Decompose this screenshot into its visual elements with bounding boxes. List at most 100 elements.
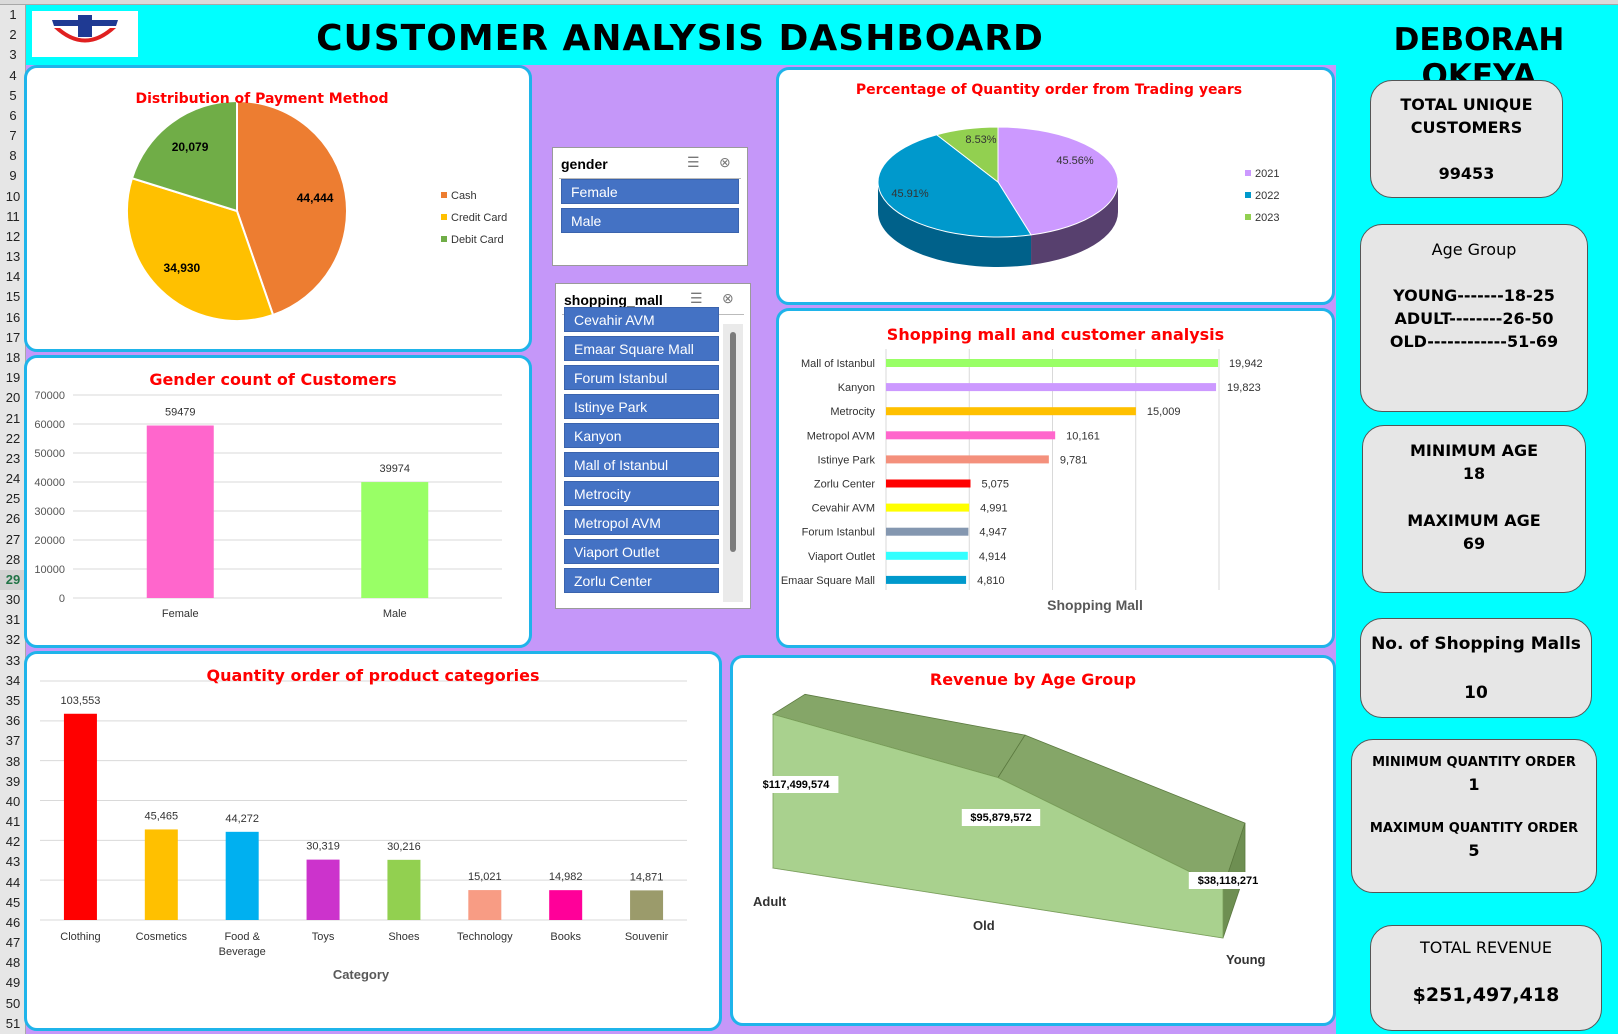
- row-number[interactable]: 29: [0, 569, 26, 591]
- bar-male: [361, 482, 429, 598]
- row-number[interactable]: 42: [0, 832, 26, 852]
- row-number[interactable]: 51: [0, 1014, 26, 1034]
- row-number[interactable]: 21: [0, 409, 26, 429]
- slicer-item-cevahir-avm[interactable]: Cevahir AVM: [564, 307, 719, 332]
- row-number[interactable]: 45: [0, 893, 26, 913]
- slicer-item-forum-istanbul[interactable]: Forum Istanbul: [564, 365, 719, 390]
- max-age-value: 69: [1462, 534, 1486, 553]
- row-number[interactable]: 50: [0, 994, 26, 1014]
- age-group-adult: ADULT--------26-50: [1394, 309, 1554, 328]
- row-number[interactable]: 18: [0, 348, 26, 368]
- row-number[interactable]: 15: [0, 287, 26, 307]
- row-number[interactable]: 19: [0, 368, 26, 388]
- row-number[interactable]: 22: [0, 429, 26, 449]
- row-number[interactable]: 40: [0, 792, 26, 812]
- row-number[interactable]: 14: [0, 267, 26, 287]
- row-number[interactable]: 31: [0, 610, 26, 630]
- row-number[interactable]: 13: [0, 247, 26, 267]
- row-number[interactable]: 44: [0, 873, 26, 893]
- row-number[interactable]: 23: [0, 449, 26, 469]
- slicer-item-kanyon[interactable]: Kanyon: [564, 423, 719, 448]
- row-number[interactable]: 38: [0, 752, 26, 772]
- row-header-bar[interactable]: 1 2 3 4 5 6 7 8 9 10 11 12 13 14 15 16 17 18 19 20 21 22 23 24 2…: [0, 5, 26, 1034]
- row-number[interactable]: 37: [0, 731, 26, 751]
- trading-years-chart[interactable]: Percentage of Quantity order from Tradin…: [776, 67, 1335, 305]
- row-number[interactable]: 3: [0, 45, 26, 65]
- legend-swatch-2021: [1245, 170, 1251, 176]
- payment-chart-title: Distribution of Payment Method: [135, 91, 389, 107]
- row-number[interactable]: 11: [0, 207, 26, 227]
- shopping-mall-chart[interactable]: Shopping mall and customer analysis Mall…: [776, 308, 1335, 648]
- row-number[interactable]: 1: [0, 5, 26, 25]
- row-number[interactable]: 6: [0, 106, 26, 126]
- bar-data-label: 4,810: [977, 575, 1005, 587]
- slicer-item-zorlu-center[interactable]: Zorlu Center: [564, 568, 719, 593]
- slicer-item-viaport-outlet[interactable]: Viaport Outlet: [564, 539, 719, 564]
- payment-method-chart[interactable]: Distribution of Payment Method 44,444 34,…: [24, 65, 532, 352]
- row-number[interactable]: 41: [0, 812, 26, 832]
- clear-filter-icon[interactable]: ⊗: [722, 290, 734, 307]
- row-number[interactable]: 17: [0, 328, 26, 348]
- min-quantity-value: 1: [1468, 775, 1480, 794]
- slicer-scrollbar[interactable]: [723, 324, 743, 602]
- row-number[interactable]: 7: [0, 126, 26, 146]
- scrollbar-thumb[interactable]: [730, 332, 736, 552]
- x-tick-label: Young: [1226, 952, 1266, 967]
- row-number[interactable]: 20: [0, 388, 26, 408]
- row-number[interactable]: 33: [0, 651, 26, 671]
- bar-data-label: 14,982: [549, 871, 583, 883]
- gender-count-chart[interactable]: Gender count of Customers 0 10000 20000 300…: [24, 355, 532, 648]
- slicer-item-emaar-square-mall[interactable]: Emaar Square Mall: [564, 336, 719, 361]
- row-number[interactable]: 12: [0, 227, 26, 247]
- row-number[interactable]: 32: [0, 630, 26, 650]
- row-number[interactable]: 35: [0, 691, 26, 711]
- row-number[interactable]: 46: [0, 913, 26, 933]
- row-number[interactable]: 43: [0, 852, 26, 872]
- x-tick-label: Shoes: [388, 931, 420, 943]
- min-age-value: 18: [1462, 464, 1486, 483]
- legend-swatch-debit-card: [441, 236, 447, 242]
- slicer-item-mall-of-istanbul[interactable]: Mall of Istanbul: [564, 452, 719, 477]
- legend-swatch-2022: [1245, 192, 1251, 198]
- mall-chart-title: Shopping mall and customer analysis: [886, 325, 1225, 344]
- row-number[interactable]: 5: [0, 86, 26, 106]
- shopping-mall-slicer[interactable]: shopping_mall ☰ ⊗ Cevahir AVM Emaar Squar…: [555, 283, 751, 609]
- row-number[interactable]: 27: [0, 530, 26, 550]
- row-number[interactable]: 36: [0, 711, 26, 731]
- row-number[interactable]: 48: [0, 953, 26, 973]
- row-number[interactable]: 25: [0, 489, 26, 509]
- malls-label: No. of Shopping Malls: [1371, 634, 1581, 654]
- row-number[interactable]: 16: [0, 308, 26, 328]
- row-number[interactable]: 28: [0, 550, 26, 570]
- revenue-chart-title: Revenue by Age Group: [929, 670, 1137, 689]
- row-number[interactable]: 4: [0, 66, 26, 86]
- row-number[interactable]: 49: [0, 973, 26, 993]
- bar-food-beverage: [225, 831, 259, 920]
- row-number[interactable]: 2: [0, 25, 26, 45]
- row-number[interactable]: 9: [0, 166, 26, 186]
- slicer-item-metrocity[interactable]: Metrocity: [564, 481, 719, 506]
- row-number[interactable]: 39: [0, 772, 26, 792]
- x-tick-label: Cosmetics: [136, 931, 188, 943]
- slicer-item-male[interactable]: Male: [561, 208, 739, 233]
- row-number[interactable]: 26: [0, 509, 26, 529]
- bar-metropol-avm: [886, 431, 1056, 440]
- bar-zorlu-center: [886, 479, 971, 488]
- slicer-item-metropol-avm[interactable]: Metropol AVM: [564, 510, 719, 535]
- slicer-item-istinye-park[interactable]: Istinye Park: [564, 394, 719, 419]
- row-number[interactable]: 30: [0, 590, 26, 610]
- row-number[interactable]: 10: [0, 187, 26, 207]
- row-number[interactable]: 8: [0, 146, 26, 166]
- multi-select-icon[interactable]: ☰: [687, 154, 700, 171]
- product-categories-chart[interactable]: Quantity order of product categories 103…: [24, 651, 722, 1031]
- multi-select-icon[interactable]: ☰: [690, 290, 703, 307]
- pie-data-label: 45.91%: [891, 188, 929, 200]
- row-number[interactable]: 24: [0, 469, 26, 489]
- gender-slicer[interactable]: gender ☰ ⊗ Female Male: [552, 147, 748, 266]
- revenue-age-chart[interactable]: Revenue by Age Group $117,499,574 $95,879…: [730, 655, 1336, 1026]
- row-number[interactable]: 47: [0, 933, 26, 953]
- clear-filter-icon[interactable]: ⊗: [719, 154, 731, 171]
- row-number[interactable]: 34: [0, 671, 26, 691]
- slicer-item-female[interactable]: Female: [561, 179, 739, 204]
- x-tick-label: Books: [550, 931, 581, 943]
